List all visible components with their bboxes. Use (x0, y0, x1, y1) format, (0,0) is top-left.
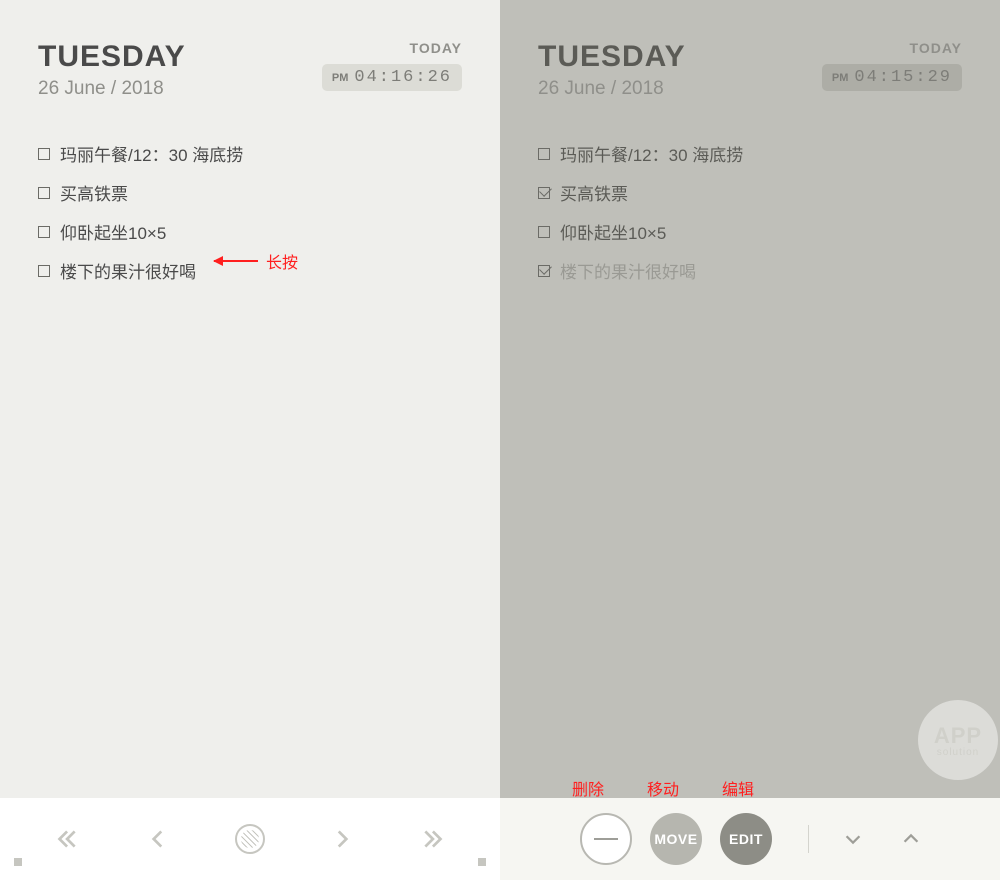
todo-text: 仰卧起坐10×5 (60, 219, 166, 244)
day-name: TUESDAY (38, 40, 186, 74)
todo-item[interactable]: 买高铁票 (538, 173, 962, 212)
watermark-small: solution (937, 747, 979, 758)
checkbox-icon[interactable] (538, 226, 550, 238)
todo-text: 玛丽午餐/12：30 海底捞 (60, 141, 243, 166)
today-label: TODAY (322, 40, 462, 56)
move-button[interactable]: MOVE (650, 813, 702, 865)
screen-normal: TUESDAY 26 June / 2018 TODAY PM 04:16:26… (0, 0, 500, 880)
todo-text: 楼下的果汁很好喝 (560, 258, 696, 283)
nav-next-button[interactable] (318, 815, 366, 863)
checkbox-checked-icon[interactable] (538, 265, 550, 277)
today-label: TODAY (822, 40, 962, 56)
todo-item[interactable]: 仰卧起坐10×5 (38, 212, 462, 251)
todo-text: 买高铁票 (60, 180, 128, 205)
move-down-button[interactable] (833, 819, 873, 859)
nav-prev-button[interactable] (134, 815, 182, 863)
date-string: 26 June / 2018 (38, 78, 186, 100)
hatched-circle-icon (235, 824, 265, 854)
todo-item[interactable]: 楼下的果汁很好喝 (538, 251, 962, 290)
checkbox-icon[interactable] (538, 148, 550, 160)
todo-item[interactable]: 仰卧起坐10×5 (538, 212, 962, 251)
day-name: TUESDAY (538, 40, 686, 74)
move-label: 移动 (643, 776, 683, 800)
arrow-icon (214, 260, 258, 262)
checkbox-checked-icon[interactable] (538, 187, 550, 199)
content-area: TUESDAY 26 June / 2018 TODAY PM 04:16:26… (0, 0, 500, 798)
nav-add-button[interactable] (226, 815, 274, 863)
time-pill: PM 04:15:29 (822, 64, 962, 91)
todo-text: 楼下的果汁很好喝 (60, 258, 196, 283)
watermark: APP solution (918, 700, 998, 780)
delete-label: 删除 (568, 776, 608, 800)
action-cluster: MOVE EDIT (580, 813, 772, 865)
time-ampm: PM (332, 72, 349, 84)
handle-icon (14, 858, 22, 866)
handle-icon (478, 858, 486, 866)
nav-first-button[interactable] (42, 815, 90, 863)
time-pill: PM 04:16:26 (322, 64, 462, 91)
edit-label: 编辑 (718, 776, 758, 800)
todo-text: 仰卧起坐10×5 (560, 219, 666, 244)
annotation-label: 长按 (266, 249, 298, 273)
header: TUESDAY 26 June / 2018 TODAY PM 04:16:26 (38, 40, 462, 100)
annotation-arrow: 长按 (214, 249, 298, 273)
todo-text: 玛丽午餐/12：30 海底捞 (560, 141, 743, 166)
checkbox-icon[interactable] (38, 226, 50, 238)
todo-item[interactable]: 买高铁票 (38, 173, 462, 212)
separator (808, 825, 809, 853)
watermark-big: APP (934, 723, 982, 749)
date-string: 26 June / 2018 (538, 78, 686, 100)
edit-button[interactable]: EDIT (720, 813, 772, 865)
todo-list: 玛丽午餐/12：30 海底捞 买高铁票 仰卧起坐10×5 楼下的果汁很好喝 (538, 134, 962, 290)
action-annotations: 删除 移动 编辑 (568, 776, 758, 800)
checkbox-icon[interactable] (38, 187, 50, 199)
content-area: TUESDAY 26 June / 2018 TODAY PM 04:15:29… (500, 0, 1000, 798)
todo-item[interactable]: 玛丽午餐/12：30 海底捞 (538, 134, 962, 173)
bottom-action-bar: MOVE EDIT (500, 798, 1000, 880)
header: TUESDAY 26 June / 2018 TODAY PM 04:15:29 (538, 40, 962, 100)
todo-item[interactable]: 玛丽午餐/12：30 海底捞 (38, 134, 462, 173)
nav-last-button[interactable] (410, 815, 458, 863)
todo-text: 买高铁票 (560, 180, 628, 205)
time-ampm: PM (832, 72, 849, 84)
delete-button[interactable] (580, 813, 632, 865)
time-digits: 04:15:29 (854, 68, 952, 87)
checkbox-icon[interactable] (38, 148, 50, 160)
checkbox-icon[interactable] (38, 265, 50, 277)
move-up-button[interactable] (891, 819, 931, 859)
time-digits: 04:16:26 (354, 68, 452, 87)
bottom-nav-bar (0, 798, 500, 880)
